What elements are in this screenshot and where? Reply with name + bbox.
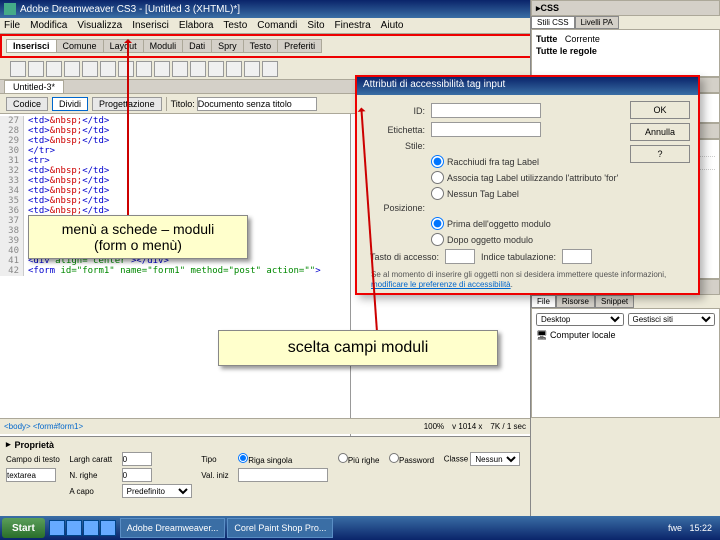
accessibility-dialog: Attributi di accessibilità tag input OK … [355, 75, 700, 295]
menu-edit[interactable]: Modifica [30, 20, 67, 31]
accesskey-label: Tasto di accesso: [367, 252, 439, 262]
menu-site[interactable]: Sito [307, 20, 324, 31]
insert-tab-testo[interactable]: Testo [243, 39, 279, 53]
tabindex-input[interactable] [562, 249, 592, 264]
char-width-input[interactable] [122, 452, 152, 466]
file-tree-item[interactable]: 🖥 Computer locale [536, 330, 715, 341]
field-name-input[interactable] [6, 468, 56, 482]
menu-text[interactable]: Testo [223, 20, 247, 31]
prefs-link[interactable]: modificare le preferenze di accessibilit… [371, 280, 511, 289]
dialog-note: Se al momento di inserire gli oggetti no… [371, 270, 688, 291]
insert-tab-preferiti[interactable]: Preferiti [277, 39, 322, 53]
filefield-icon[interactable] [190, 61, 206, 77]
menu-commands[interactable]: Comandi [257, 20, 297, 31]
menu-file[interactable]: File [4, 20, 20, 31]
doc-title-label: Titolo: [171, 99, 195, 109]
help-button[interactable]: ? [630, 145, 690, 163]
tag-path[interactable]: <body> <form#form1> [4, 422, 83, 431]
css-panel-header[interactable]: ▸ CSS [531, 0, 720, 16]
ok-button[interactable]: OK [630, 101, 690, 119]
quicklaunch-icon[interactable] [49, 520, 65, 536]
style-radio-none[interactable] [431, 187, 444, 200]
spry-icon[interactable] [262, 61, 278, 77]
style-radio-wrap[interactable] [431, 155, 444, 168]
label-icon[interactable] [226, 61, 242, 77]
system-tray[interactable]: fwe 15:22 [662, 523, 718, 533]
properties-panel: ▸ Proprietà Campo di testo Largh caratt … [0, 436, 530, 516]
textarea-icon[interactable] [64, 61, 80, 77]
wrap-label: A capo [69, 487, 115, 496]
taskbar-task[interactable]: Corel Paint Shop Pro... [227, 518, 333, 538]
insert-tab-dati[interactable]: Dati [182, 39, 212, 53]
lc-label: Largh caratt [69, 455, 115, 464]
quicklaunch-icon[interactable] [100, 520, 116, 536]
app-icon [4, 3, 16, 15]
pos-radio-before[interactable] [431, 217, 444, 230]
style-radio-for[interactable] [431, 171, 444, 184]
list-icon[interactable] [136, 61, 152, 77]
quicklaunch-icon[interactable] [66, 520, 82, 536]
insert-tab-spry[interactable]: Spry [211, 39, 244, 53]
doc-tab[interactable]: Untitled-3* [4, 80, 64, 93]
hidden-icon[interactable] [46, 61, 62, 77]
rows-label: N. righe [69, 471, 115, 480]
quicklaunch-icon[interactable] [83, 520, 99, 536]
init-val-input[interactable] [238, 468, 328, 482]
type-multi[interactable] [338, 453, 348, 463]
pos-radio-after[interactable] [431, 233, 444, 246]
tag-selector-status: <body> <form#form1> 100% v 1014 x 7K / 1… [0, 418, 530, 434]
type-password[interactable] [389, 453, 399, 463]
doc-title-input[interactable] [197, 97, 317, 111]
checkbox-icon[interactable] [82, 61, 98, 77]
css-styles-tab[interactable]: Stili CSS [531, 16, 575, 29]
split-view-button[interactable]: Dividi [52, 97, 88, 111]
form-object-icons [10, 61, 278, 77]
taskbar-task[interactable]: Adobe Dreamweaver... [120, 518, 226, 538]
radio-icon[interactable] [100, 61, 116, 77]
windows-taskbar: Start Adobe Dreamweaver... Corel Paint S… [0, 516, 720, 540]
rows-input[interactable] [122, 468, 152, 482]
insert-tab-comune[interactable]: Comune [56, 39, 104, 53]
layers-tab[interactable]: Livelli PA [575, 16, 619, 29]
code-view-button[interactable]: Codice [6, 97, 48, 111]
dialog-title: Attributi di accessibilità tag input [357, 77, 698, 95]
id-input[interactable] [431, 103, 541, 118]
insert-tab-moduli[interactable]: Moduli [143, 39, 184, 53]
form-icon[interactable] [10, 61, 26, 77]
site-select[interactable]: Desktop [536, 313, 624, 326]
accesskey-input[interactable] [445, 249, 475, 264]
insert-tab-inserisci[interactable]: Inserisci [6, 39, 57, 53]
class-select[interactable]: Nessuna [470, 452, 520, 466]
menu-window[interactable]: Finestra [335, 20, 371, 31]
menu-modify[interactable]: Elabora [179, 20, 213, 31]
start-button[interactable]: Start [2, 518, 45, 538]
tabindex-label: Indice tabulazione: [481, 252, 556, 262]
init-val-label: Val. iniz [201, 471, 232, 480]
etichetta-label: Etichetta: [367, 125, 425, 135]
code-view[interactable]: 27<td>&nbsp;</td> 28<td>&nbsp;</td> 29<t… [0, 114, 350, 454]
fieldset-icon[interactable] [244, 61, 260, 77]
type-label: Tipo [201, 455, 232, 464]
etichetta-input[interactable] [431, 122, 541, 137]
view-select[interactable]: Gestisci siti [628, 313, 716, 326]
callout-tabs: menù a schede – moduli(form o menù) [28, 215, 248, 259]
id-label: ID: [367, 106, 425, 116]
wrap-select[interactable]: Predefinito [122, 484, 192, 498]
jumpmenu-icon[interactable] [154, 61, 170, 77]
cancel-button[interactable]: Annulla [630, 123, 690, 141]
stile-label: Stile: [367, 141, 425, 151]
radiogroup-icon[interactable] [118, 61, 134, 77]
textfield-icon[interactable] [28, 61, 44, 77]
menu-help[interactable]: Aiuto [381, 20, 404, 31]
imagefield-icon[interactable] [172, 61, 188, 77]
menu-view[interactable]: Visualizza [77, 20, 122, 31]
window-title: Adobe Dreamweaver CS3 - [Untitled 3 (XHT… [20, 4, 240, 15]
annotation-arrow-1 [127, 40, 129, 216]
posizione-label: Posizione: [367, 203, 425, 213]
button-icon[interactable] [208, 61, 224, 77]
callout-fields: scelta campi moduli [218, 330, 498, 366]
menu-insert[interactable]: Inserisci [132, 20, 169, 31]
type-single[interactable] [238, 453, 248, 463]
field-type-label: Campo di testo [6, 455, 63, 464]
